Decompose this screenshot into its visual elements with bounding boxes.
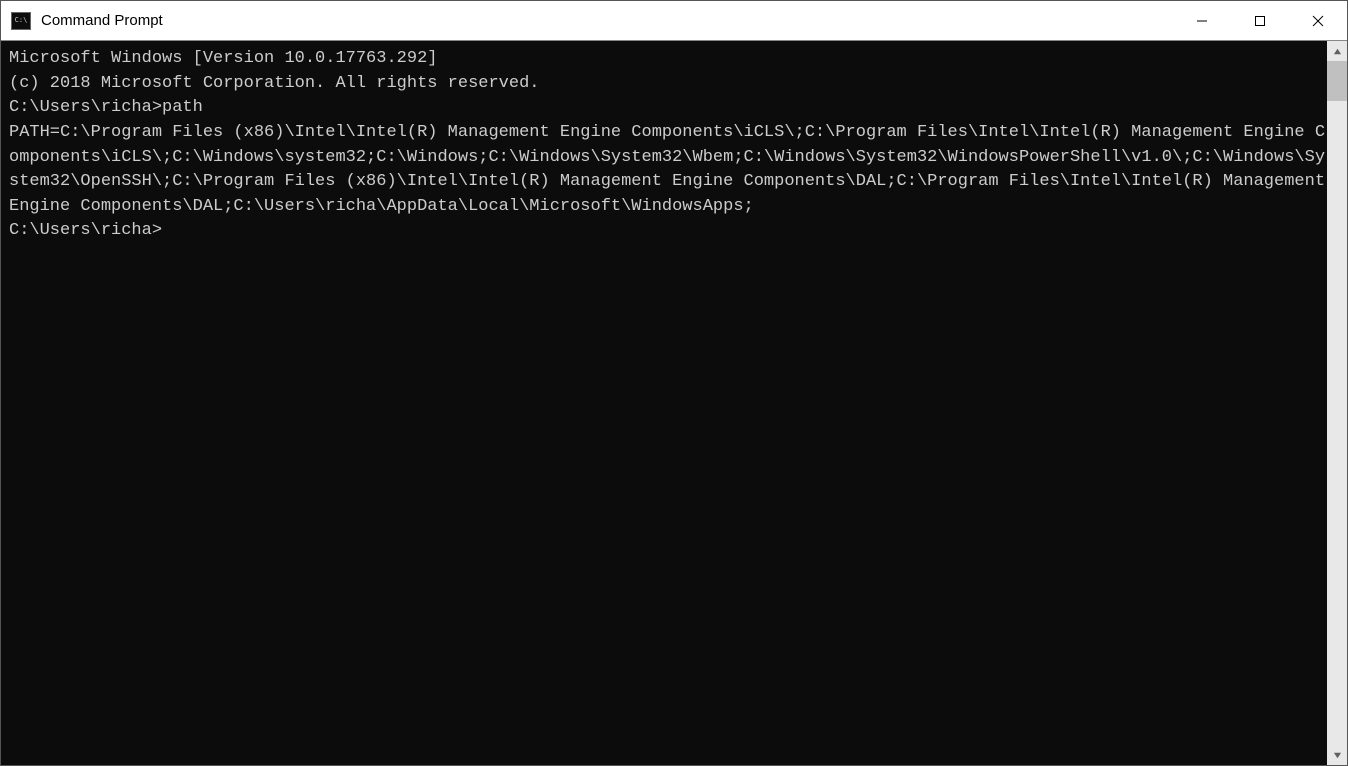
scroll-thumb[interactable]: [1327, 61, 1347, 101]
minimize-icon: [1196, 15, 1208, 27]
command-prompt-window: Command Prompt Microsoft Windows [Versio…: [0, 0, 1348, 766]
current-prompt: C:\Users\richa>: [9, 221, 162, 240]
chevron-up-icon: [1333, 47, 1342, 56]
titlebar[interactable]: Command Prompt: [1, 1, 1347, 41]
close-button[interactable]: [1289, 1, 1347, 40]
terminal-output[interactable]: Microsoft Windows [Version 10.0.17763.29…: [1, 41, 1327, 765]
maximize-button[interactable]: [1231, 1, 1289, 40]
vertical-scrollbar[interactable]: [1327, 41, 1347, 765]
cmd-icon: [11, 12, 31, 30]
window-controls: [1173, 1, 1347, 40]
chevron-down-icon: [1333, 751, 1342, 760]
copyright-line: (c) 2018 Microsoft Corporation. All righ…: [9, 72, 1327, 97]
path-output: PATH=C:\Program Files (x86)\Intel\Intel(…: [9, 121, 1327, 220]
scroll-down-button[interactable]: [1327, 745, 1347, 765]
scroll-up-button[interactable]: [1327, 41, 1347, 61]
cursor: [162, 222, 171, 240]
close-icon: [1312, 15, 1324, 27]
terminal-area: Microsoft Windows [Version 10.0.17763.29…: [1, 41, 1347, 765]
minimize-button[interactable]: [1173, 1, 1231, 40]
maximize-icon: [1254, 15, 1266, 27]
window-title: Command Prompt: [41, 12, 1173, 29]
version-line: Microsoft Windows [Version 10.0.17763.29…: [9, 47, 1327, 72]
prompt-command: C:\Users\richa>path: [9, 96, 1327, 121]
scroll-track[interactable]: [1327, 61, 1347, 745]
